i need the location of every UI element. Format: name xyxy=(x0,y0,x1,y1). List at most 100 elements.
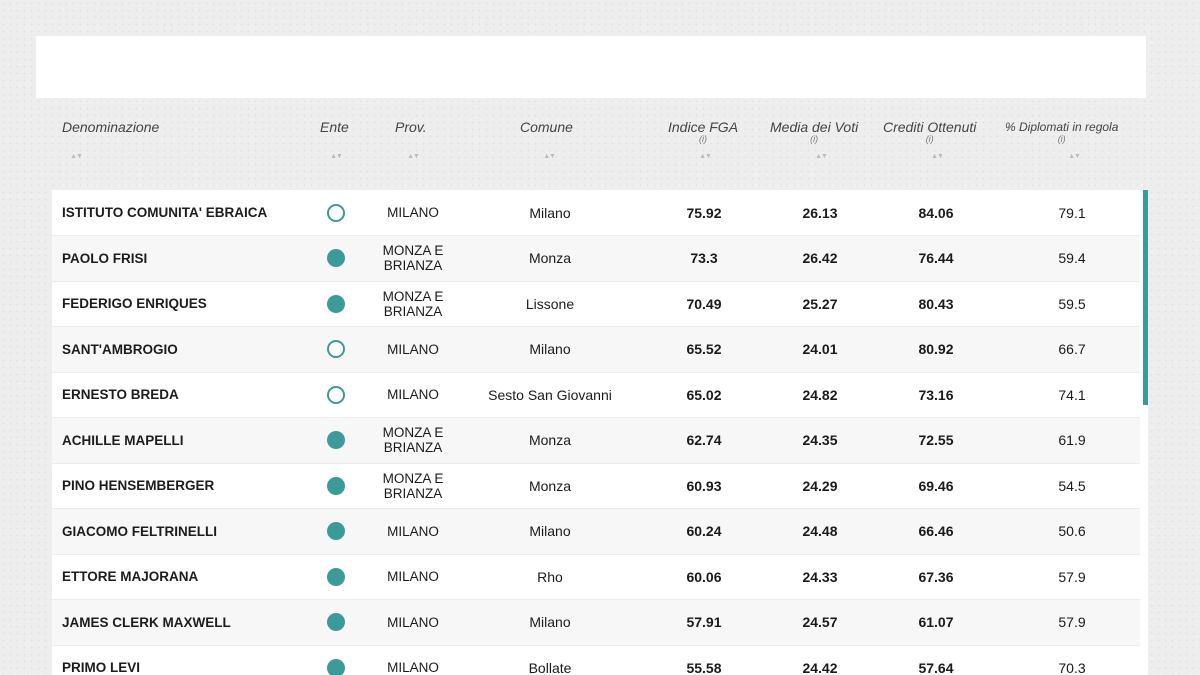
media-voti-value: 24.01 xyxy=(802,341,838,357)
filled-circle-icon xyxy=(327,613,345,631)
col-prov[interactable]: Prov. xyxy=(395,118,427,136)
info-diplomati-icon[interactable]: (i) xyxy=(1005,135,1118,144)
indice-fga-value: 75.92 xyxy=(686,204,722,221)
col-comune[interactable]: Comune xyxy=(520,118,573,136)
indice-fga-value: 60.24 xyxy=(686,523,722,539)
comune: Milano xyxy=(529,341,571,357)
indice-fga-value: 60.93 xyxy=(686,477,722,494)
crediti-value: 72.55 xyxy=(918,432,954,448)
ente-cell xyxy=(317,509,355,554)
indice-fga-value: 62.74 xyxy=(686,432,722,448)
filled-circle-icon xyxy=(327,294,345,313)
indice-fga-value: 60.06 xyxy=(686,568,722,585)
province: MILANO xyxy=(387,205,439,220)
indice-fga-value: 73.3 xyxy=(690,250,718,266)
diplomati-value: 70.3 xyxy=(1058,659,1086,675)
table-row[interactable]: GIACOMO FELTRINELLI MILANO Milano 60.24 24.4… xyxy=(52,508,1140,555)
col-comune-label: Comune xyxy=(520,119,573,135)
comune: Sesto San Giovanni xyxy=(488,386,612,403)
table-row[interactable]: JAMES CLERK MAXWELL MILANO Milano 57.91 24.5… xyxy=(52,599,1140,646)
province: MILANO xyxy=(387,387,439,402)
col-ente-label: Ente xyxy=(320,119,349,135)
scrollbar-thumb[interactable] xyxy=(1143,190,1148,405)
school-name[interactable]: ACHILLE MAPELLI xyxy=(62,418,292,463)
indice-fga-value: 57.91 xyxy=(686,614,722,630)
ente-cell xyxy=(317,327,355,372)
school-name[interactable]: PAOLO FRISI xyxy=(62,236,292,281)
table-row[interactable]: ERNESTO BREDA MILANO Sesto San Giovanni 65.… xyxy=(52,372,1140,418)
crediti-value: 66.46 xyxy=(918,523,954,539)
indice-fga-value: 70.49 xyxy=(686,295,722,312)
media-voti-value: 24.42 xyxy=(802,659,838,675)
sort-diplomati-icon[interactable]: ▲▼ xyxy=(1062,152,1086,162)
school-name[interactable]: SANT'AMBROGIO xyxy=(62,327,292,372)
diplomati-value: 54.5 xyxy=(1058,477,1086,494)
sort-fga-icon[interactable]: ▲▼ xyxy=(693,152,717,162)
comune: Monza xyxy=(528,432,572,448)
info-crediti-icon[interactable]: (i) xyxy=(883,135,976,144)
crediti-value: 61.07 xyxy=(918,614,954,630)
school-name[interactable]: PINO HENSEMBERGER xyxy=(62,463,292,508)
ente-cell xyxy=(317,554,355,599)
comune: Monza xyxy=(528,477,572,494)
sort-media-icon[interactable]: ▲▼ xyxy=(809,152,833,162)
table-row[interactable]: PRIMO LEVI MILANO Bollate 55.58 24.42 57.64 70… xyxy=(52,645,1140,675)
filled-circle-icon xyxy=(327,522,345,540)
sort-comune-icon[interactable]: ▲▼ xyxy=(537,152,561,162)
table-header: Denominazione ▲▼ Ente ▲▼ Prov. ▲▼ Comune… xyxy=(52,104,1148,188)
province: MILANO xyxy=(387,614,439,630)
province: MILANO xyxy=(387,660,439,675)
diplomati-value: 66.7 xyxy=(1058,341,1086,357)
info-media-icon[interactable]: (i) xyxy=(770,135,858,144)
diplomati-value: 74.1 xyxy=(1058,386,1086,403)
ente-cell xyxy=(317,281,355,326)
table-row[interactable]: PINO HENSEMBERGER MONZA E BRIANZA Monza 60.… xyxy=(52,463,1140,509)
col-prov-label: Prov. xyxy=(395,119,427,135)
col-indice-fga[interactable]: Indice FGA (i) xyxy=(668,118,738,144)
province: MILANO xyxy=(387,523,439,539)
indice-fga-value: 65.52 xyxy=(686,341,722,357)
crediti-value: 80.92 xyxy=(918,341,954,357)
province: MONZA E BRIANZA xyxy=(382,288,444,319)
table-row[interactable]: ETTORE MAJORANA MILANO Rho 60.06 24.33 67.36 5… xyxy=(52,554,1140,600)
col-denominazione[interactable]: Denominazione xyxy=(62,118,159,136)
ente-cell xyxy=(317,418,355,463)
ente-cell xyxy=(317,600,355,645)
table-row[interactable]: ISTITUTO COMUNITA' EBRAICA MILANO Milano 75… xyxy=(52,190,1140,236)
province: MONZA E BRIANZA xyxy=(382,425,444,455)
hollow-circle-icon xyxy=(327,385,345,404)
sort-crediti-icon[interactable]: ▲▼ xyxy=(925,152,949,162)
province: MILANO xyxy=(387,341,439,357)
filled-circle-icon xyxy=(327,658,345,675)
school-name[interactable]: ETTORE MAJORANA xyxy=(62,554,292,599)
table-row[interactable]: PAOLO FRISI MONZA E BRIANZA Monza 73.3 26.42… xyxy=(52,235,1140,282)
diplomati-value: 57.9 xyxy=(1058,614,1086,630)
col-crediti[interactable]: Crediti Ottenuti (i) xyxy=(883,118,976,144)
comune: Bollate xyxy=(528,659,572,675)
crediti-value: 67.36 xyxy=(918,568,954,585)
school-name[interactable]: ISTITUTO COMUNITA' EBRAICA xyxy=(62,190,292,235)
comune: Lissone xyxy=(525,295,575,312)
table-row[interactable]: FEDERIGO ENRIQUES MONZA E BRIANZA Lissone 7… xyxy=(52,281,1140,327)
col-ente[interactable]: Ente xyxy=(320,118,349,136)
school-name[interactable]: GIACOMO FELTRINELLI xyxy=(62,509,292,554)
diplomati-value: 59.5 xyxy=(1058,295,1086,312)
crediti-value: 76.44 xyxy=(918,250,954,266)
sort-prov-icon[interactable]: ▲▼ xyxy=(401,152,425,162)
table-row[interactable]: SANT'AMBROGIO MILANO Milano 65.52 24.01 80.92… xyxy=(52,326,1140,373)
media-voti-value: 24.29 xyxy=(802,477,838,494)
crediti-value: 57.64 xyxy=(918,659,954,675)
info-fga-icon[interactable]: (i) xyxy=(668,135,738,144)
school-name[interactable]: JAMES CLERK MAXWELL xyxy=(62,600,292,645)
sort-ente-icon[interactable]: ▲▼ xyxy=(324,152,348,162)
sort-denominazione-icon[interactable]: ▲▼ xyxy=(64,152,88,162)
diplomati-value: 61.9 xyxy=(1058,432,1086,448)
school-name[interactable]: FEDERIGO ENRIQUES xyxy=(62,281,292,326)
col-media-voti[interactable]: Media dei Voti (i) xyxy=(770,118,858,144)
col-diplomati[interactable]: % Diplomati in regola (i) xyxy=(1005,118,1118,144)
province: MILANO xyxy=(387,569,439,584)
school-name[interactable]: ERNESTO BREDA xyxy=(62,372,292,417)
table-row[interactable]: ACHILLE MAPELLI MONZA E BRIANZA Monza 62.74… xyxy=(52,417,1140,464)
media-voti-value: 24.35 xyxy=(802,432,838,448)
school-name[interactable]: PRIMO LEVI xyxy=(62,645,292,675)
